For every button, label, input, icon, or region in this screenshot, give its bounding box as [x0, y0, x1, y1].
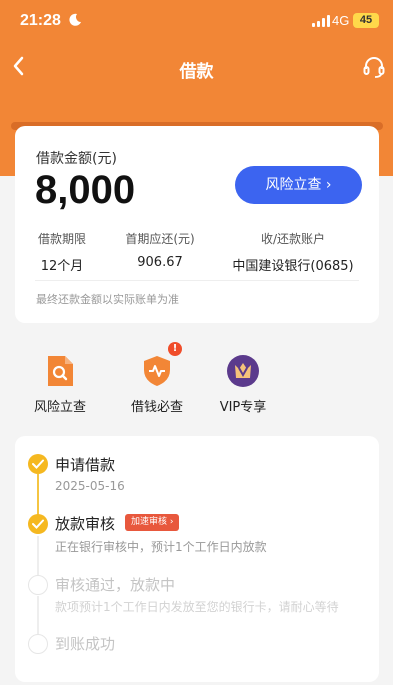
loan-summary-card: 借款金额(元) 8,000 风险立查 › 借款期限 12个月 首期应还(元) 9… — [15, 126, 379, 323]
step-pending-icon — [28, 634, 48, 654]
quick-borrow-check[interactable]: ! 借钱必查 — [117, 342, 197, 415]
quick-risk-check[interactable]: 风险立查 — [20, 354, 100, 415]
status-time: 21:28 — [20, 12, 61, 29]
quick-vip-label: VIP专享 — [219, 400, 267, 415]
first-payment-value: 906.67 — [137, 255, 183, 270]
network-type: 4G — [332, 13, 350, 28]
term-label: 借款期限 — [37, 232, 86, 246]
repayment-note: 最终还款金额以实际账单为准 — [36, 293, 179, 306]
step-review-title: 放款审核 — [55, 515, 116, 533]
first-payment-info: 首期应还(元) 906.67 — [115, 230, 205, 270]
moon-icon — [69, 13, 81, 26]
nav-bar: 借款 — [0, 44, 393, 90]
alert-badge: ! — [168, 342, 182, 356]
search-doc-icon — [43, 354, 77, 388]
step-review-desc: 正在银行审核中，预计1个工作日内放款 — [55, 540, 267, 554]
account-value: 中国建设银行(0685) — [232, 259, 354, 274]
amount-value: 8,000 — [35, 168, 136, 212]
term-info: 借款期限 12个月 — [35, 230, 89, 274]
vip-crown-icon — [226, 354, 260, 388]
step-received-title: 到账成功 — [55, 635, 116, 653]
step-check-icon — [28, 454, 48, 474]
term-value: 12个月 — [40, 259, 84, 274]
step-check-icon — [28, 514, 48, 534]
first-payment-label: 首期应还(元) — [125, 232, 195, 246]
page-title: 借款 — [179, 62, 214, 82]
step-approved-title: 审核通过，放款中 — [55, 576, 176, 594]
step-pending-icon — [28, 575, 48, 595]
step-apply-date: 2025-05-16 — [55, 479, 125, 493]
quick-risk-check-label: 风险立查 — [33, 400, 86, 415]
amount-label: 借款金额(元) — [36, 151, 117, 167]
quick-borrow-check-label: 借钱必查 — [130, 400, 183, 415]
loan-progress-card: 申请借款 2025-05-16 放款审核 加速审核 › 正在银行审核中，预计1个… — [15, 436, 379, 682]
risk-check-button[interactable]: 风险立查 › — [235, 166, 362, 204]
customer-service-icon[interactable] — [362, 55, 386, 79]
account-info: 收/还款账户 中国建设银行(0685) — [223, 230, 363, 274]
quick-vip[interactable]: VIP专享 — [203, 354, 283, 415]
battery-indicator: 45 — [353, 13, 379, 28]
shield-pulse-icon: ! — [140, 342, 182, 388]
step-approved-desc: 款项预计1个工作日内发放至您的银行卡，请耐心等待 — [55, 600, 339, 614]
account-label: 收/还款账户 — [260, 232, 326, 246]
expedite-review-tag[interactable]: 加速审核 › — [125, 514, 180, 531]
step-apply-title: 申请借款 — [55, 456, 116, 474]
status-bar: 21:28 4G 45 — [0, 0, 393, 44]
signal-icon — [312, 15, 330, 27]
divider — [35, 280, 359, 281]
